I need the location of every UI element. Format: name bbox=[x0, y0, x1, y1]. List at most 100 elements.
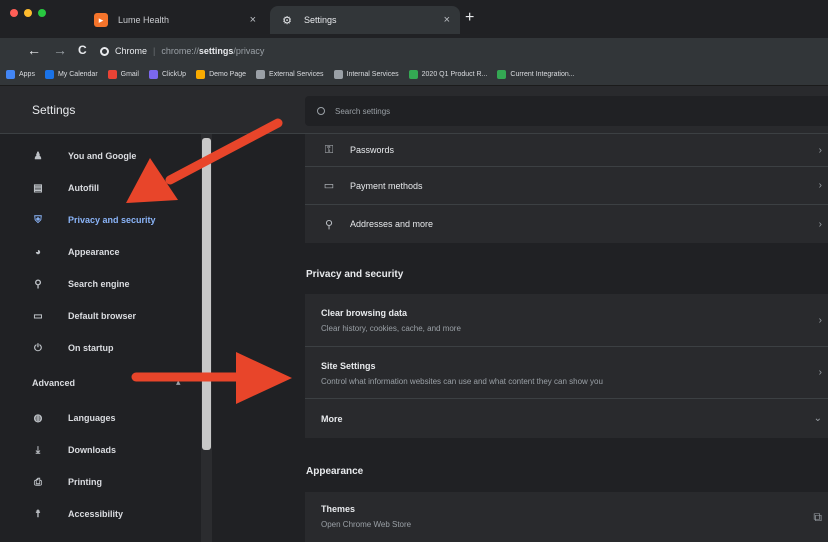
sidebar-item-label: Accessibility bbox=[68, 509, 124, 519]
sidebar-scrollbar-thumb[interactable] bbox=[202, 138, 211, 450]
reload-button[interactable]: C bbox=[78, 41, 87, 59]
shield-icon: ⛨ bbox=[34, 214, 42, 226]
bookmark-favicon-icon bbox=[44, 70, 54, 79]
sidebar-item-label: Default browser bbox=[68, 311, 137, 321]
bookmark-label: 2020 Q1 Product R... bbox=[421, 71, 488, 78]
new-tab-button[interactable]: + bbox=[465, 10, 474, 26]
row-subtitle: Clear history, cookies, cache, and more bbox=[321, 324, 461, 333]
bookmark-label: Gmail bbox=[120, 71, 139, 78]
chevron-down-icon: ⌄ bbox=[813, 413, 822, 424]
power-icon: ⏻ bbox=[34, 342, 42, 354]
sidebar-item-search-engine[interactable]: ⚲ Search engine bbox=[0, 268, 200, 300]
accessibility-icon: ☨ bbox=[35, 508, 41, 520]
sidebar-item-printing[interactable]: ⎙ Printing bbox=[0, 466, 200, 498]
close-tab-icon[interactable]: × bbox=[250, 14, 256, 26]
tab-lume-health[interactable]: ▸ Lume Health × bbox=[86, 6, 266, 34]
gear-icon: ⚙ bbox=[282, 14, 292, 27]
sidebar-item-on-startup[interactable]: ⏻ On startup bbox=[0, 332, 200, 364]
bookmark-item[interactable]: Internal Services bbox=[333, 70, 399, 79]
sidebar-item-autofill[interactable]: ▤ Autofill bbox=[0, 172, 200, 204]
bookmark-item[interactable]: My Calendar bbox=[44, 70, 98, 79]
clear-browsing-data-row[interactable]: Clear browsing data Clear history, cooki… bbox=[305, 294, 828, 346]
bookmark-favicon-icon bbox=[497, 70, 507, 79]
lume-health-favicon-icon: ▸ bbox=[94, 13, 108, 27]
close-window-button[interactable] bbox=[10, 9, 18, 17]
palette-icon: ◕ bbox=[34, 246, 42, 258]
payment-methods-row[interactable]: ▭ Payment methods › bbox=[305, 166, 828, 204]
bookmark-item[interactable]: Gmail bbox=[107, 70, 139, 79]
bookmark-label: Apps bbox=[19, 71, 35, 78]
bookmark-item[interactable]: 2020 Q1 Product R... bbox=[408, 70, 488, 79]
maximize-window-button[interactable] bbox=[38, 9, 46, 17]
sidebar-item-label: On startup bbox=[68, 343, 114, 353]
more-row[interactable]: More ⌄ bbox=[305, 398, 828, 438]
clipboard-icon: ▤ bbox=[33, 182, 43, 194]
bookmark-favicon-icon bbox=[408, 70, 418, 79]
back-button[interactable]: ← bbox=[27, 41, 41, 59]
sidebar-item-languages[interactable]: ◍ Languages bbox=[0, 402, 200, 434]
privacy-section-title: Privacy and security bbox=[306, 269, 404, 280]
chevron-right-icon: › bbox=[818, 367, 822, 378]
address-bar[interactable]: Chrome | chrome://settings/privacy bbox=[100, 41, 800, 61]
chevron-up-icon[interactable]: ▴ bbox=[176, 377, 181, 388]
row-label: Addresses and more bbox=[350, 219, 434, 229]
bookmark-label: External Services bbox=[269, 71, 324, 78]
site-info-icon[interactable] bbox=[100, 46, 109, 56]
sidebar-item-privacy-and-security[interactable]: ⛨ Privacy and security bbox=[0, 204, 200, 236]
location-pin-icon: ⚲ bbox=[324, 218, 334, 231]
sidebar-item-you-and-google[interactable]: ♟ You and Google bbox=[0, 140, 200, 172]
bookmark-item[interactable]: Apps bbox=[6, 70, 35, 79]
bookmark-favicon-icon bbox=[107, 70, 117, 79]
browser-icon: ▭ bbox=[33, 310, 43, 322]
sidebar-item-label: Search engine bbox=[68, 279, 130, 289]
sidebar-item-appearance[interactable]: ◕ Appearance bbox=[0, 236, 200, 268]
settings-header: Settings Search settings bbox=[0, 86, 828, 134]
sidebar-item-default-browser[interactable]: ▭ Default browser bbox=[0, 300, 200, 332]
page-title: Settings bbox=[32, 103, 76, 117]
person-icon: ♟ bbox=[33, 150, 43, 162]
apps-grid-icon bbox=[6, 70, 15, 79]
row-title: Themes bbox=[321, 504, 356, 514]
tab-title: Settings bbox=[304, 15, 337, 25]
sidebar-item-label: Printing bbox=[68, 477, 102, 487]
bookmark-item[interactable]: Demo Page bbox=[196, 70, 246, 79]
themes-row[interactable]: Themes Open Chrome Web Store ⧉ bbox=[305, 492, 828, 542]
url-path: settings bbox=[198, 46, 234, 56]
bookmark-item[interactable]: Current Integration... bbox=[497, 70, 575, 79]
site-settings-row[interactable]: Site Settings Control what information w… bbox=[305, 346, 828, 398]
sidebar-item-label: You and Google bbox=[68, 151, 137, 161]
globe-icon: ◍ bbox=[33, 412, 43, 424]
bookmark-item[interactable]: ClickUp bbox=[148, 70, 187, 79]
chevron-right-icon: › bbox=[818, 180, 822, 191]
row-subtitle: Control what information websites can us… bbox=[321, 377, 603, 386]
sidebar-item-label: Privacy and security bbox=[68, 215, 156, 225]
sidebar-item-accessibility[interactable]: ☨ Accessibility bbox=[0, 498, 200, 530]
passwords-row[interactable]: ⚿ Passwords › bbox=[305, 134, 828, 166]
settings-sidebar: Advanced ▴ ♟ You and Google ▤ Autofill ⛨ Priv… bbox=[0, 134, 200, 542]
key-icon: ⚿ bbox=[324, 143, 334, 156]
appearance-card: Themes Open Chrome Web Store ⧉ bbox=[305, 492, 828, 542]
url-separator: | bbox=[153, 46, 156, 56]
close-tab-icon[interactable]: × bbox=[444, 14, 450, 26]
url-tail: /privacy bbox=[233, 46, 265, 56]
site-name: Chrome bbox=[115, 46, 148, 56]
row-label: Payment methods bbox=[350, 180, 423, 191]
sidebar-item-label: Appearance bbox=[68, 247, 120, 257]
bookmark-label: ClickUp bbox=[161, 71, 187, 78]
folder-icon bbox=[256, 70, 266, 79]
sidebar-item-label: Downloads bbox=[68, 445, 117, 455]
external-link-icon[interactable]: ⧉ bbox=[813, 510, 822, 525]
sidebar-item-downloads[interactable]: ⤓ Downloads bbox=[0, 434, 200, 466]
chevron-right-icon: › bbox=[818, 314, 822, 326]
chevron-right-icon: › bbox=[818, 218, 822, 230]
folder-icon bbox=[333, 70, 343, 79]
addresses-and-more-row[interactable]: ⚲ Addresses and more › bbox=[305, 204, 828, 243]
bookmark-favicon-icon bbox=[148, 70, 158, 79]
advanced-toggle[interactable]: Advanced bbox=[32, 378, 75, 388]
minimize-window-button[interactable] bbox=[24, 9, 32, 17]
forward-button[interactable]: → bbox=[53, 41, 67, 59]
tab-settings[interactable]: ⚙ Settings × bbox=[270, 6, 460, 34]
search-input[interactable]: Search settings bbox=[305, 96, 828, 126]
row-subtitle: Open Chrome Web Store bbox=[321, 520, 412, 529]
bookmark-item[interactable]: External Services bbox=[256, 70, 324, 79]
